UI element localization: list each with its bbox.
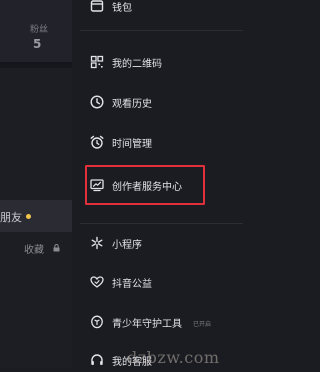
menu-item-label: 时间管理 <box>112 139 152 150</box>
fans-count[interactable]: 5 <box>33 37 41 51</box>
highlight-annotation-box <box>85 165 205 205</box>
favorites-tab[interactable]: 收藏 <box>24 241 44 256</box>
friends-label: 朋友 <box>0 211 22 224</box>
lock-icon <box>53 244 60 252</box>
menu-item-label: 小程序 <box>112 240 142 251</box>
menu-item-label: 我的二维码 <box>112 59 162 70</box>
menu-item-label: 青少年守护工具 <box>112 319 182 330</box>
menu-item-wallet[interactable]: 钱包 <box>72 0 243 18</box>
profile-stats-card: 粉丝 5 <box>0 0 72 62</box>
history-clock-icon <box>90 95 104 109</box>
qr-code-icon <box>90 55 104 69</box>
section-divider <box>80 30 243 31</box>
profile-panel: 粉丝 5 朋友 收藏 <box>0 0 72 368</box>
menu-item-mini-program[interactable]: 小程序 <box>72 231 243 255</box>
menu-item-label: 钱包 <box>112 3 132 14</box>
side-drawer: 钱包 我的二维码 观看历史 时间管理 创作者服务中心 小程序 抖音公益 青少年守… <box>72 0 243 368</box>
menu-item-youth-protection[interactable]: 青少年守护工具 已开启 <box>72 310 243 334</box>
status-badge: 已开启 <box>193 321 212 328</box>
youth-protection-icon <box>91 315 103 329</box>
heart-charity-icon <box>90 276 104 288</box>
menu-item-label: 抖音公益 <box>112 279 152 290</box>
menu-item-label: 观看历史 <box>112 99 152 110</box>
menu-item-watch-history[interactable]: 观看历史 <box>72 90 243 114</box>
fans-label: 粉丝 <box>30 25 49 35</box>
wallet-icon <box>90 0 104 12</box>
friends-tab[interactable]: 朋友 <box>0 200 72 232</box>
headset-icon <box>91 354 103 365</box>
friends-notification-dot <box>26 214 31 219</box>
section-divider <box>80 223 243 224</box>
menu-item-qr-code[interactable]: 我的二维码 <box>72 50 243 74</box>
mini-program-icon <box>91 236 103 250</box>
alarm-clock-icon <box>90 135 104 149</box>
profile-divider <box>0 62 72 68</box>
watermark-logo: dzbzw.com <box>127 348 220 367</box>
menu-item-charity[interactable]: 抖音公益 <box>72 270 243 294</box>
menu-item-time-management[interactable]: 时间管理 <box>72 130 243 154</box>
